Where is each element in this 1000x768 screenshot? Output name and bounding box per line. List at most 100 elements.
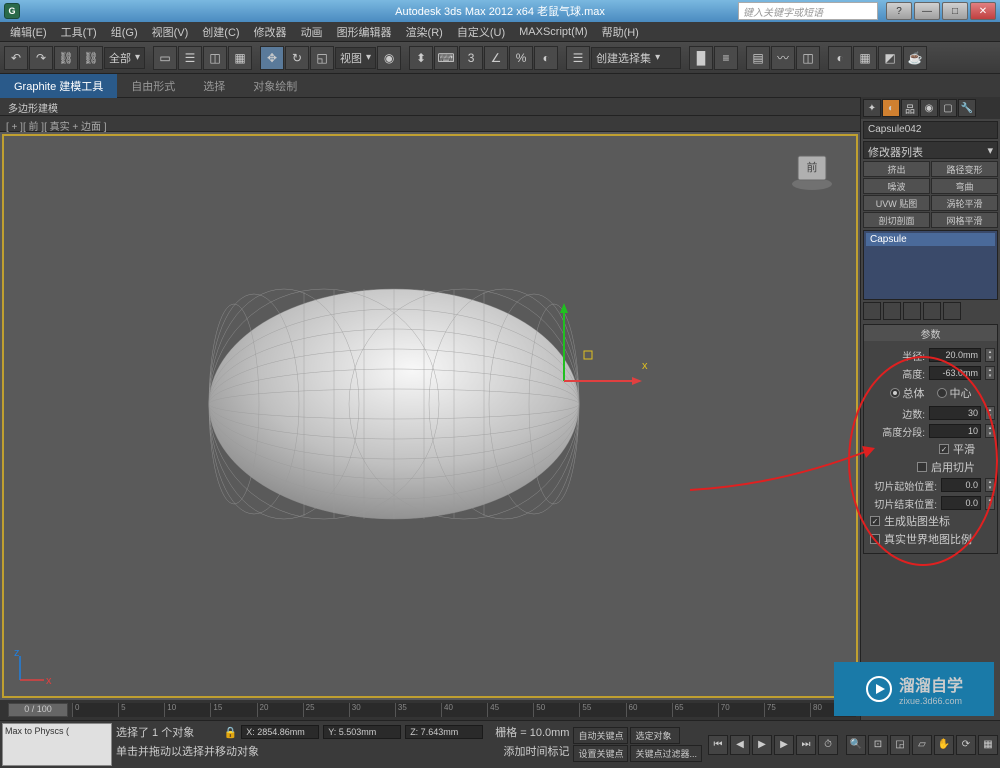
add-time-tag[interactable]: 添加时间标记 <box>503 743 569 759</box>
mod-bend[interactable]: 弯曲 <box>931 178 998 194</box>
tab-graphite[interactable]: Graphite 建模工具 <box>0 74 117 98</box>
menu-grapheditors[interactable]: 图形编辑器 <box>331 22 398 42</box>
pivot-button[interactable]: ◉ <box>377 46 401 70</box>
remove-mod-button[interactable] <box>923 302 941 320</box>
maximize-button[interactable]: □ <box>942 2 968 20</box>
viewport-label[interactable]: [ + ][ 前 ][ 真实 + 边面 ] <box>0 116 1000 132</box>
tab-display-icon[interactable]: ▢ <box>939 99 957 117</box>
coord-x[interactable]: X: 2854.86mm <box>241 725 319 739</box>
viewport-front[interactable]: x 前 zx <box>2 134 858 698</box>
manipulate-button[interactable]: ⬍ <box>409 46 433 70</box>
fov-button[interactable]: ▱ <box>912 735 932 755</box>
select-button[interactable]: ▭ <box>153 46 177 70</box>
spinner-snap-button[interactable]: ◐ <box>534 46 558 70</box>
autokey-button[interactable]: 自动关键点 <box>573 727 628 744</box>
ref-coord-dropdown[interactable]: 视图 ▾ <box>335 47 376 69</box>
goto-end-button[interactable]: ⏭ <box>796 735 816 755</box>
menu-modifiers[interactable]: 修改器 <box>248 22 293 42</box>
move-button[interactable]: ✥ <box>260 46 284 70</box>
time-config-button[interactable]: ⏱ <box>818 735 838 755</box>
prev-frame-button[interactable]: ◀ <box>730 735 750 755</box>
coord-z[interactable]: Z: 7.643mm <box>405 725 483 739</box>
height-input[interactable] <box>929 366 981 380</box>
zoom-all-button[interactable]: ⊡ <box>868 735 888 755</box>
move-gizmo[interactable]: x <box>534 291 654 411</box>
mod-meshsmooth[interactable]: 网格平滑 <box>931 212 998 228</box>
tab-objectpaint[interactable]: 对象绘制 <box>239 74 311 98</box>
mirror-button[interactable]: ▐▌ <box>689 46 713 70</box>
select-region-button[interactable]: ◫ <box>203 46 227 70</box>
help-dropdown-icon[interactable]: ? <box>886 2 912 20</box>
angle-snap-button[interactable]: ∠ <box>484 46 508 70</box>
time-slider[interactable]: 0 / 100 <box>8 703 68 717</box>
menu-customize[interactable]: 自定义(U) <box>451 22 511 42</box>
sliceto-spinner[interactable]: ▴▾ <box>985 496 995 510</box>
slicefrom-input[interactable] <box>941 478 981 492</box>
minimize-button[interactable]: — <box>914 2 940 20</box>
selection-filter-dropdown[interactable]: 全部 ▾ <box>104 47 145 69</box>
schematic-button[interactable]: ◫ <box>796 46 820 70</box>
hseg-spinner[interactable]: ▴▾ <box>985 424 995 438</box>
align-button[interactable]: ≡ <box>714 46 738 70</box>
goto-start-button[interactable]: ⏮ <box>708 735 728 755</box>
maxtoggle-button[interactable]: ▦ <box>978 735 998 755</box>
time-ruler[interactable]: 05101520253035404550556065707580 <box>72 703 856 717</box>
layers-button[interactable]: ▤ <box>746 46 770 70</box>
material-editor-button[interactable]: ◐ <box>828 46 852 70</box>
snap-button[interactable]: 3 <box>459 46 483 70</box>
sel-set-dd[interactable]: 选定对象 <box>630 727 680 744</box>
mod-turbosmooth[interactable]: 涡轮平滑 <box>931 195 998 211</box>
render-setup-button[interactable]: ▦ <box>853 46 877 70</box>
tab-modify-icon[interactable]: ◐ <box>882 99 900 117</box>
coord-y[interactable]: Y: 5.503mm <box>323 725 401 739</box>
configure-button[interactable] <box>943 302 961 320</box>
next-frame-button[interactable]: ▶ <box>774 735 794 755</box>
menu-views[interactable]: 视图(V) <box>146 22 195 42</box>
keyfilter-button[interactable]: 关键点过滤器... <box>630 745 702 762</box>
zoom-extents-button[interactable]: ◲ <box>890 735 910 755</box>
modifier-list-dropdown[interactable]: 修改器列表▾ <box>863 141 998 159</box>
show-end-button[interactable] <box>883 302 901 320</box>
rollout-title[interactable]: 参数 <box>864 325 997 341</box>
radio-overall[interactable]: 总体 <box>890 385 925 401</box>
setkey-button[interactable]: 设置关键点 <box>573 745 628 762</box>
select-name-button[interactable]: ☰ <box>178 46 202 70</box>
tab-hierarchy-icon[interactable]: 品 <box>901 99 919 117</box>
tab-freeform[interactable]: 自由形式 <box>117 74 189 98</box>
timeline[interactable]: 0 / 100 05101520253035404550556065707580 <box>0 700 860 720</box>
radius-spinner[interactable]: ▴▾ <box>985 348 995 362</box>
scale-button[interactable]: ◱ <box>310 46 334 70</box>
radio-centers[interactable]: 中心 <box>937 385 972 401</box>
slicefrom-spinner[interactable]: ▴▾ <box>985 478 995 492</box>
genmap-checkbox[interactable]: ✓ <box>870 516 880 526</box>
rotate-button[interactable]: ↻ <box>285 46 309 70</box>
tab-motion-icon[interactable]: ◉ <box>920 99 938 117</box>
modifier-stack[interactable]: Capsule <box>863 230 998 300</box>
redo-button[interactable]: ↷ <box>29 46 53 70</box>
unlink-button[interactable]: ⛓ <box>79 46 103 70</box>
named-selection-dropdown[interactable]: 创建选择集 ▾ <box>591 47 681 69</box>
sides-input[interactable] <box>929 406 981 420</box>
menu-help[interactable]: 帮助(H) <box>596 22 645 42</box>
menu-tools[interactable]: 工具(T) <box>55 22 103 42</box>
slice-checkbox[interactable] <box>917 462 927 472</box>
mod-uvwmap[interactable]: UVW 贴图 <box>863 195 930 211</box>
tab-selection[interactable]: 选择 <box>189 74 239 98</box>
menu-animation[interactable]: 动画 <box>295 22 329 42</box>
play-button[interactable]: ▶ <box>752 735 772 755</box>
keyboard-button[interactable]: ⌨ <box>434 46 458 70</box>
mod-noise[interactable]: 噪波 <box>863 178 930 194</box>
mod-extrude[interactable]: 挤出 <box>863 161 930 177</box>
percent-snap-button[interactable]: % <box>509 46 533 70</box>
help-search-input[interactable]: 键入关键字或短语 <box>738 2 878 20</box>
mod-slice[interactable]: 剖切剖面 <box>863 212 930 228</box>
zoom-button[interactable]: 🔍 <box>846 735 866 755</box>
menu-group[interactable]: 组(G) <box>105 22 144 42</box>
maxscript-listener[interactable]: Max to Physcs ( <box>2 723 112 766</box>
stack-item-capsule[interactable]: Capsule <box>866 233 995 246</box>
menu-create[interactable]: 创建(C) <box>196 22 245 42</box>
tab-create-icon[interactable]: ✦ <box>863 99 881 117</box>
render-frame-button[interactable]: ◩ <box>878 46 902 70</box>
hseg-input[interactable] <box>929 424 981 438</box>
sides-spinner[interactable]: ▴▾ <box>985 406 995 420</box>
